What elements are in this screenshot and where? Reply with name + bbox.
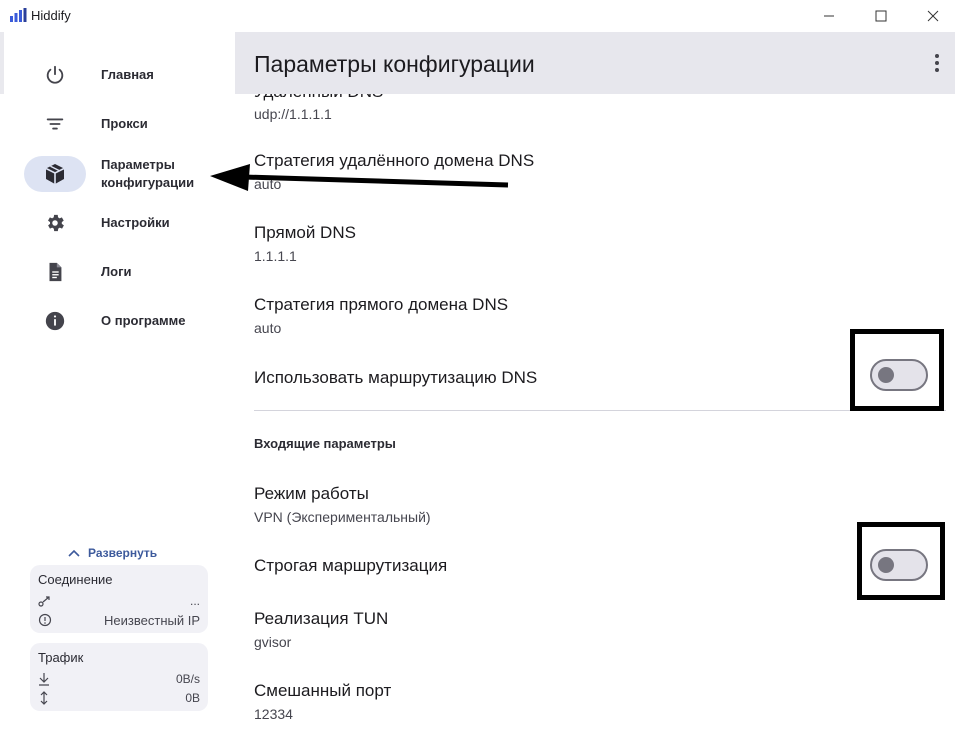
minimize-icon bbox=[824, 15, 834, 17]
traffic-card-title: Трафик bbox=[38, 650, 84, 665]
remote-dns-setting[interactable]: udp://1.1.1.1 bbox=[254, 105, 934, 123]
traffic-speed: 0B/s bbox=[175, 672, 200, 686]
divider bbox=[254, 410, 946, 411]
ping-value: ... bbox=[189, 594, 200, 608]
nav-icon-wrap bbox=[24, 254, 86, 290]
up-down-arrow-icon bbox=[40, 691, 48, 705]
traffic-total-row: 0B bbox=[38, 690, 200, 706]
expand-label: Развернуть bbox=[88, 546, 158, 560]
info-icon bbox=[45, 311, 65, 331]
direct-domain-strategy-setting[interactable]: Стратегия прямого домена DNS auto bbox=[254, 295, 934, 337]
setting-title: Смешанный порт bbox=[254, 681, 392, 700]
page-title: Параметры конфигурации bbox=[254, 51, 535, 77]
dns-routing-toggle[interactable] bbox=[870, 359, 928, 391]
tun-implementation-setting[interactable]: Реализация TUN gvisor bbox=[254, 609, 934, 651]
setting-title: Стратегия прямого домена DNS bbox=[254, 295, 509, 314]
service-mode-setting[interactable]: Режим работы VPN (Экспериментальный) bbox=[254, 484, 934, 526]
download-arrow-icon bbox=[39, 673, 49, 686]
setting-value: 12334 bbox=[254, 706, 293, 722]
more-dot bbox=[935, 68, 939, 72]
document-icon bbox=[49, 262, 62, 282]
sidebar-item-config-options[interactable]: Параметры конфигурации bbox=[24, 155, 224, 193]
more-options-button[interactable] bbox=[927, 50, 947, 76]
mixed-port-setting[interactable]: Смешанный порт 12334 bbox=[254, 681, 934, 723]
dns-routing-setting[interactable]: Использовать маршрутизацию DNS bbox=[254, 368, 934, 388]
box-icon bbox=[45, 164, 65, 184]
app-title: Hiddify bbox=[31, 8, 71, 23]
connection-ip-row: Неизвестный IP bbox=[38, 612, 200, 628]
inbound-section-title: Входящие параметры bbox=[254, 436, 396, 451]
nav-icon-wrap bbox=[24, 57, 86, 93]
setting-title: Строгая маршрутизация bbox=[254, 556, 448, 575]
setting-title: Реализация TUN bbox=[254, 609, 389, 628]
setting-value: 1.1.1.1 bbox=[254, 248, 297, 264]
traffic-speed-row: 0B/s bbox=[38, 671, 200, 687]
setting-title: Режим работы bbox=[254, 484, 369, 503]
sidebar-item-label: О программе bbox=[101, 313, 186, 328]
maximize-button[interactable] bbox=[858, 0, 904, 32]
more-dot bbox=[935, 54, 939, 58]
setting-value: gvisor bbox=[254, 634, 292, 650]
page-header: Параметры конфигурации bbox=[235, 32, 955, 94]
traffic-total: 0B bbox=[185, 691, 200, 705]
remote-dns-title: Удалённый DNS bbox=[254, 94, 383, 102]
more-dot bbox=[935, 61, 939, 65]
sidebar-item-label: Логи bbox=[101, 264, 132, 279]
setting-title: Стратегия удалённого домена DNS bbox=[254, 151, 535, 170]
ip-label: Неизвестный IP bbox=[104, 612, 200, 628]
direct-dns-setting[interactable]: Прямой DNS 1.1.1.1 bbox=[254, 223, 934, 265]
power-icon bbox=[46, 65, 64, 84]
setting-title: Использовать маршрутизацию DNS bbox=[254, 368, 538, 387]
sidebar-item-proxies[interactable]: Прокси bbox=[24, 105, 224, 143]
connection-card: Соединение ... Неизвестный IP bbox=[30, 565, 208, 633]
sidebar-item-label: Главная bbox=[101, 67, 154, 82]
minimize-button[interactable] bbox=[806, 0, 852, 32]
toggle-knob bbox=[878, 557, 894, 573]
setting-value: VPN (Экспериментальный) bbox=[254, 509, 431, 525]
chevron-up-icon bbox=[68, 549, 80, 557]
sidebar-item-label: Настройки bbox=[101, 215, 170, 230]
maximize-icon bbox=[875, 10, 887, 22]
hiddify-logo-icon bbox=[10, 8, 27, 22]
traffic-card: Трафик 0B/s 0B bbox=[30, 643, 208, 711]
sidebar-item-settings[interactable]: Настройки bbox=[24, 204, 224, 242]
title-bar: Hiddify bbox=[0, 0, 955, 32]
setting-value: auto bbox=[254, 320, 282, 336]
nav-icon-wrap bbox=[24, 106, 86, 142]
setting-title: Прямой DNS bbox=[254, 223, 356, 242]
strict-route-setting[interactable]: Строгая маршрутизация bbox=[254, 556, 934, 576]
connection-ping-row: ... bbox=[38, 593, 200, 609]
sidebar-edge bbox=[0, 32, 4, 94]
nav-icon-wrap bbox=[24, 156, 86, 192]
expand-button[interactable]: Развернуть bbox=[68, 544, 157, 562]
sidebar-item-logs[interactable]: Логи bbox=[24, 253, 224, 291]
nav-icon-wrap bbox=[24, 303, 86, 339]
settings-list: Удалённый DNS udp://1.1.1.1 Стратегия уд… bbox=[235, 94, 955, 737]
remote-domain-strategy-setting[interactable]: Стратегия удалённого домена DNS auto bbox=[254, 151, 934, 193]
gear-icon bbox=[48, 214, 64, 232]
close-icon bbox=[927, 10, 939, 22]
alert-circle-icon bbox=[38, 613, 52, 627]
connection-card-title: Соединение bbox=[38, 572, 113, 587]
setting-value: udp://1.1.1.1 bbox=[254, 106, 332, 122]
sidebar-item-about[interactable]: О программе bbox=[24, 302, 224, 340]
strict-route-toggle[interactable] bbox=[870, 549, 928, 581]
link-icon bbox=[38, 596, 50, 607]
filter-icon bbox=[46, 118, 64, 130]
toggle-knob bbox=[878, 367, 894, 383]
setting-value: auto bbox=[254, 176, 282, 192]
close-button[interactable] bbox=[910, 0, 955, 32]
sidebar-item-home[interactable]: Главная bbox=[24, 56, 224, 94]
nav-icon-wrap bbox=[24, 205, 86, 241]
sidebar-item-label: Параметры конфигурации bbox=[101, 157, 195, 190]
sidebar-item-label: Прокси bbox=[101, 116, 148, 131]
